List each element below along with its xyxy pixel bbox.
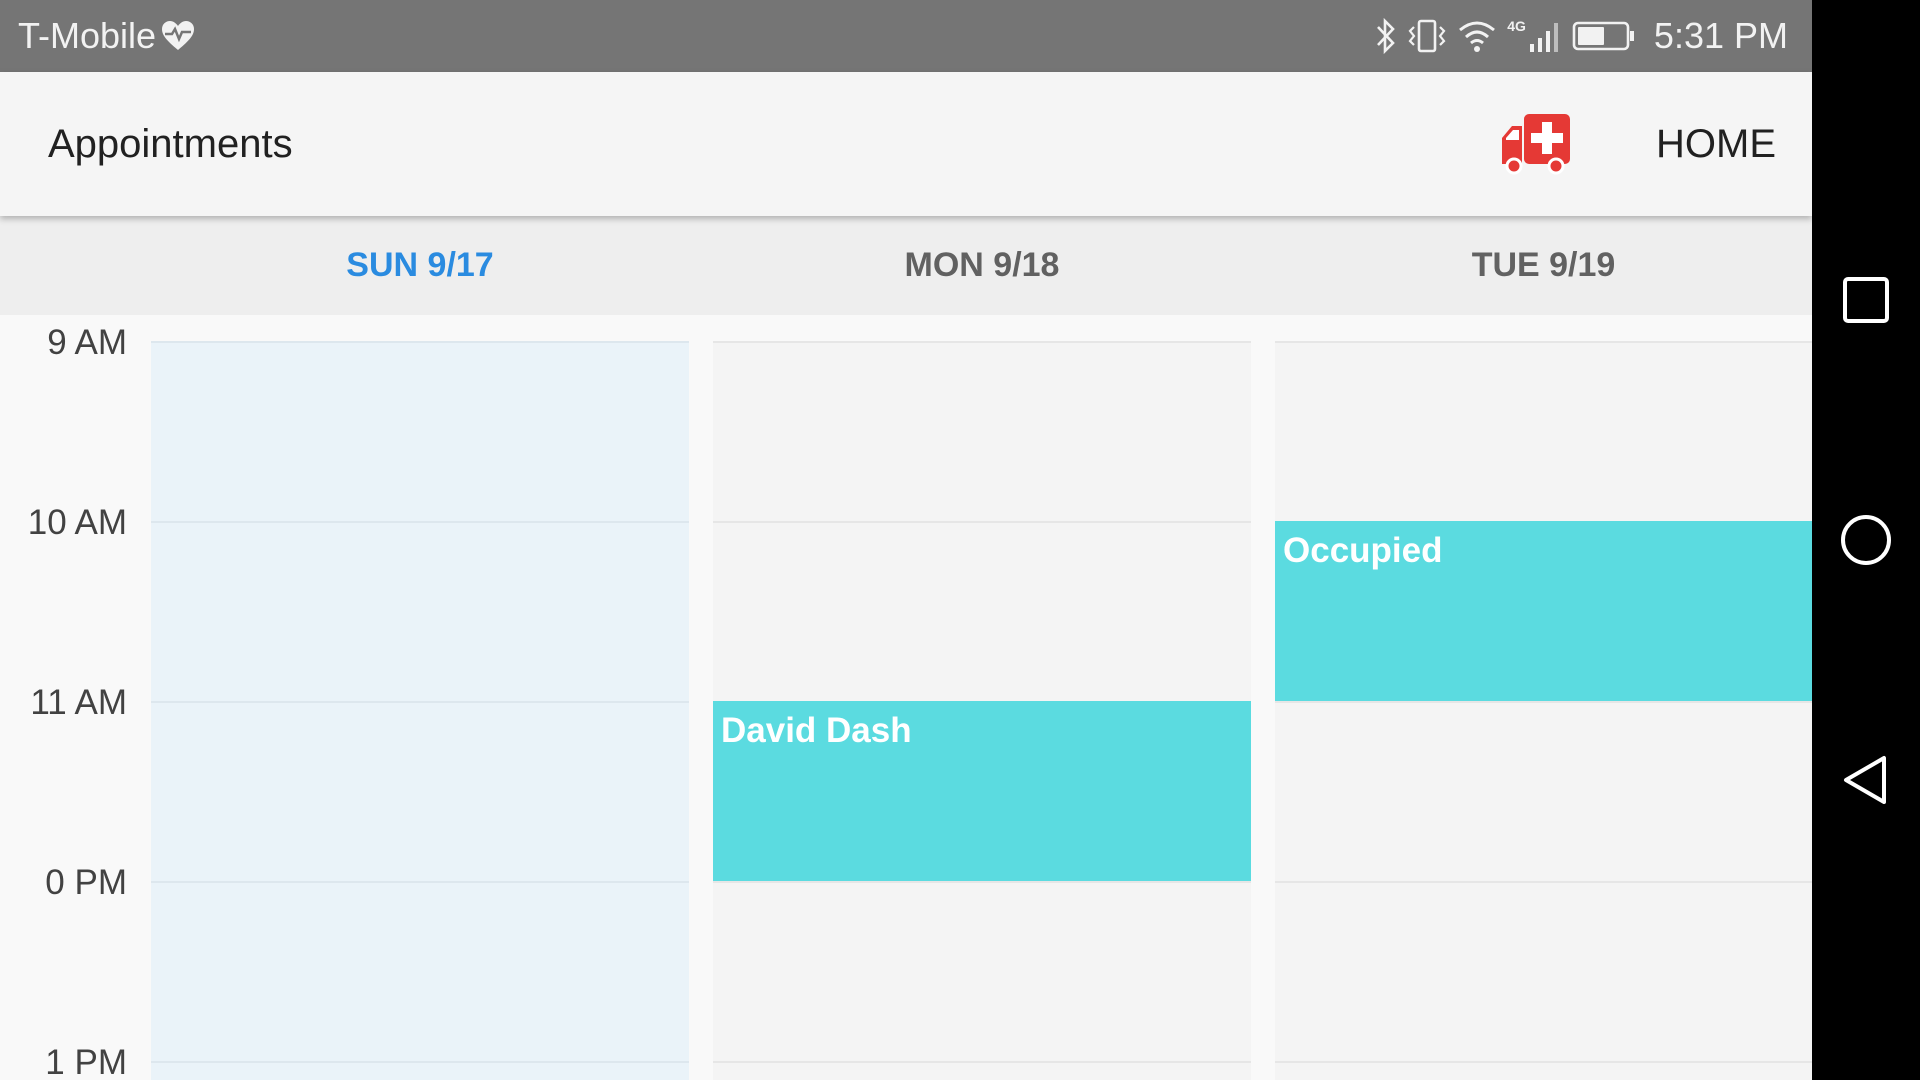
- day-tab-mon[interactable]: MON 9/18: [713, 216, 1251, 315]
- event-title: Occupied: [1283, 531, 1443, 570]
- hour-line: [1275, 701, 1812, 703]
- hour-line: [151, 341, 689, 343]
- back-icon[interactable]: [1836, 750, 1896, 810]
- hour-label: 10 AM: [27, 503, 127, 542]
- hour-line: [151, 521, 689, 523]
- carrier: T-Mobile: [18, 0, 196, 72]
- day-column-tue[interactable]: Occupied: [1275, 341, 1812, 1080]
- calendar-grid: 9 AM 10 AM 11 AM 0 PM 1 PM David Dash Oc…: [0, 315, 1812, 1080]
- occupied-event[interactable]: Occupied: [1275, 521, 1812, 701]
- event-title: David Dash: [721, 711, 912, 750]
- page-title: Appointments: [48, 122, 293, 166]
- hour-line: [713, 341, 1251, 343]
- hour-line: [713, 881, 1251, 883]
- recents-icon[interactable]: [1836, 270, 1896, 330]
- battery-icon: [1572, 21, 1634, 51]
- hour-line: [151, 881, 689, 883]
- home-circle-icon[interactable]: [1836, 510, 1896, 570]
- hour-label: 11 AM: [30, 683, 127, 722]
- status-time: 5:31 PM: [1653, 15, 1788, 56]
- carrier-label: T-Mobile: [18, 15, 157, 56]
- app-screen: T-Mobile 4G 5:31 PM Appointments HOME SU…: [0, 0, 1812, 1080]
- day-tab-tue[interactable]: TUE 9/19: [1275, 216, 1812, 315]
- heart-pulse-icon: [162, 21, 195, 50]
- hour-line: [151, 701, 689, 703]
- day-header-row: SUN 9/17 MON 9/18 TUE 9/19: [0, 216, 1812, 315]
- app-bar: Appointments HOME: [0, 72, 1812, 216]
- status-icons: 4G 5:31 PM: [1375, 0, 1788, 72]
- hour-line: [713, 521, 1251, 523]
- hour-line: [1275, 1061, 1812, 1063]
- hour-line: [1275, 881, 1812, 883]
- home-button[interactable]: HOME: [1656, 72, 1776, 216]
- hour-label: 1 PM: [45, 1043, 127, 1080]
- wifi-icon: [1459, 21, 1496, 52]
- signal-icon: [1529, 23, 1558, 52]
- hour-line: [713, 1061, 1251, 1063]
- appointment-event[interactable]: David Dash: [713, 701, 1251, 881]
- hour-line: [1275, 341, 1812, 343]
- ambulance-icon[interactable]: [1498, 108, 1574, 176]
- day-tab-sun[interactable]: SUN 9/17: [151, 216, 689, 315]
- hour-label: 9 AM: [47, 323, 127, 362]
- network-type: 4G: [1507, 18, 1526, 34]
- day-column-sun[interactable]: [151, 341, 689, 1080]
- hour-line: [151, 1061, 689, 1063]
- day-column-mon[interactable]: David Dash: [713, 341, 1251, 1080]
- navigation-bar: [1812, 0, 1920, 1080]
- hour-label: 0 PM: [45, 863, 127, 902]
- vibrate-icon: [1408, 19, 1446, 53]
- bluetooth-icon: [1377, 17, 1396, 55]
- status-bar: T-Mobile 4G 5:31 PM: [0, 0, 1812, 72]
